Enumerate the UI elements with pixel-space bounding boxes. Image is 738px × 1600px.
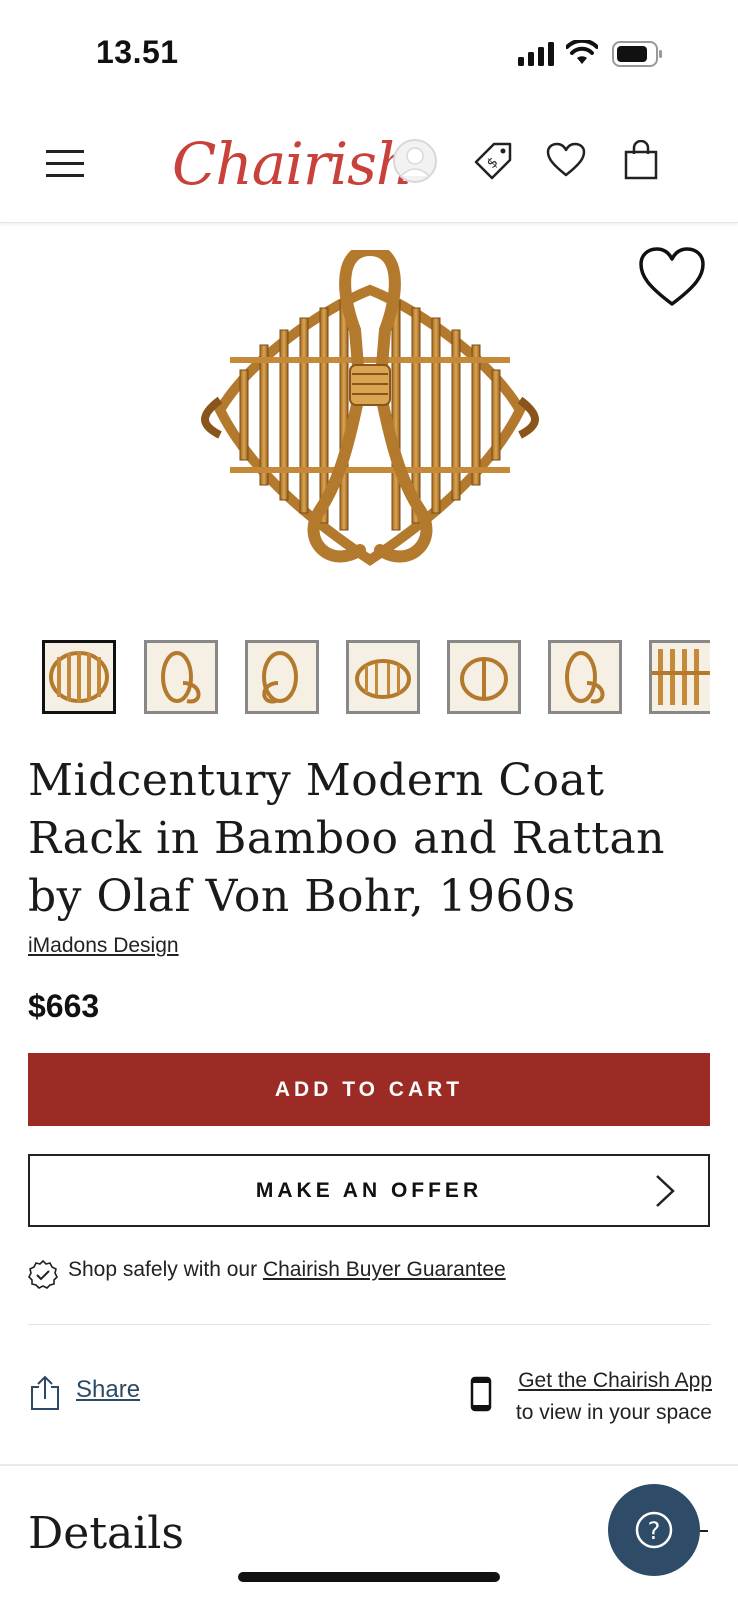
share-link[interactable]: Share — [76, 1376, 140, 1404]
product-title: Midcentury Modern Coat Rack in Bamboo an… — [28, 755, 666, 922]
favorites-heart-icon[interactable] — [546, 142, 586, 178]
help-icon: ? — [635, 1511, 673, 1549]
svg-text:?: ? — [648, 1517, 661, 1545]
guarantee-text: Shop safely with our Chairish Buyer Guar… — [68, 1258, 506, 1282]
price-tag-icon[interactable]: $ — [472, 140, 514, 182]
thumbnail-4[interactable] — [346, 640, 420, 714]
share-label[interactable]: Share — [76, 1376, 140, 1403]
svg-text:$: $ — [484, 154, 502, 172]
battery-icon — [612, 41, 662, 67]
account-icon[interactable] — [392, 138, 438, 184]
signal-icon — [518, 42, 554, 66]
guarantee-prefix: Shop safely with our — [68, 1258, 263, 1281]
buyer-guarantee-link[interactable]: Chairish Buyer Guarantee — [263, 1258, 506, 1281]
help-button[interactable]: ? — [608, 1484, 700, 1576]
shopping-bag-icon[interactable] — [624, 140, 658, 180]
thumbnail-7[interactable] — [649, 640, 710, 714]
verified-check-icon — [28, 1260, 58, 1289]
divider — [28, 1324, 710, 1325]
product-price: $663 — [28, 988, 100, 1024]
app-promo-subtitle: to view in your space — [515, 1401, 712, 1424]
details-heading[interactable]: Details — [28, 1508, 184, 1559]
app-promo[interactable]: Get the Chairish App to view in your spa… — [470, 1365, 712, 1429]
thumbnail-3[interactable] — [245, 640, 319, 714]
thumbnail-1[interactable] — [42, 640, 116, 714]
thumbnail-2[interactable] — [144, 640, 218, 714]
menu-icon[interactable] — [46, 148, 84, 180]
thumbnail-6[interactable] — [548, 640, 622, 714]
thumbnail-strip — [42, 640, 710, 716]
add-to-cart-button[interactable]: ADD TO CART — [28, 1053, 710, 1126]
share-icon[interactable] — [30, 1375, 60, 1411]
product-image[interactable] — [190, 250, 550, 590]
save-heart-icon[interactable] — [638, 246, 706, 308]
chairish-logo[interactable]: Chairish — [172, 130, 413, 198]
home-indicator — [238, 1572, 500, 1582]
make-offer-button[interactable]: MAKE AN OFFER — [28, 1154, 710, 1227]
thumbnail-5[interactable] — [447, 640, 521, 714]
status-time: 13.51 — [96, 34, 179, 70]
chevron-right-icon — [656, 1175, 675, 1207]
get-app-link[interactable]: Get the Chairish App — [470, 1365, 712, 1397]
seller-link[interactable]: iMadons Design — [28, 934, 179, 958]
wifi-icon — [566, 40, 598, 64]
section-divider — [0, 1464, 738, 1466]
